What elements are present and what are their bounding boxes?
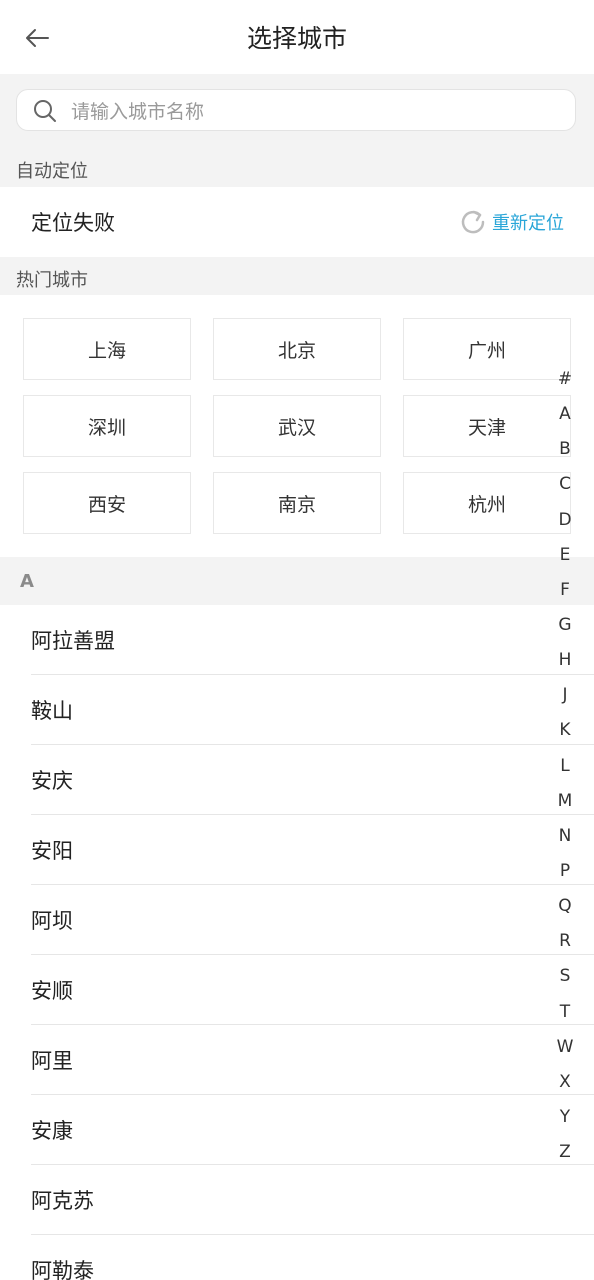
refresh-icon — [461, 210, 485, 234]
hot-city-button[interactable]: 北京 — [213, 318, 381, 380]
city-name: 阿克苏 — [31, 1189, 94, 1213]
city-list-item[interactable]: 安阳 — [0, 815, 594, 885]
city-list-item[interactable]: 阿里 — [0, 1025, 594, 1095]
index-letter[interactable]: N — [548, 819, 582, 854]
city-name: 阿坝 — [31, 909, 73, 933]
index-letter[interactable]: Z — [548, 1135, 582, 1170]
city-list-item[interactable]: 安顺 — [0, 955, 594, 1025]
city-list-item[interactable]: 阿拉善盟 — [0, 605, 594, 675]
hot-cities-grid: 上海 北京 广州 深圳 武汉 天津 西安 南京 杭州 — [0, 295, 594, 557]
index-letter[interactable]: E — [548, 538, 582, 573]
index-letter[interactable]: A — [548, 397, 582, 432]
index-letter[interactable]: H — [548, 643, 582, 678]
index-letter[interactable]: # — [548, 362, 582, 397]
hot-city-button[interactable]: 西安 — [23, 472, 191, 534]
index-letter[interactable]: J — [548, 678, 582, 713]
hot-cities-label: 热门城市 — [16, 270, 88, 291]
hot-city-button[interactable]: 上海 — [23, 318, 191, 380]
search-placeholder: 请输入城市名称 — [71, 101, 205, 123]
hot-city-button[interactable]: 武汉 — [213, 395, 381, 457]
hot-cities-header — [0, 257, 594, 295]
index-letter[interactable]: L — [548, 749, 582, 784]
alphabet-index-bar[interactable]: # A B C D E F G H J K L M N P Q R S T W … — [548, 362, 582, 1170]
header-bar: 选择城市 — [0, 0, 594, 74]
index-letter[interactable]: G — [548, 608, 582, 643]
index-letter[interactable]: D — [548, 503, 582, 538]
index-letter[interactable]: F — [548, 573, 582, 608]
location-row: 定位失败 重新定位 — [0, 187, 594, 257]
city-name: 安庆 — [31, 769, 73, 793]
city-list-item[interactable]: 鞍山 — [0, 675, 594, 745]
index-letter[interactable]: C — [548, 467, 582, 502]
back-button[interactable] — [20, 22, 54, 54]
auto-location-label: 自动定位 — [16, 161, 88, 182]
city-list-item[interactable]: 阿坝 — [0, 885, 594, 955]
index-letter[interactable]: Q — [548, 889, 582, 924]
search-icon — [34, 100, 56, 122]
city-list: 阿拉善盟 鞍山 安庆 安阳 阿坝 安顺 阿里 安康 阿克苏 阿勒泰 — [0, 605, 594, 1280]
index-letter[interactable]: M — [548, 784, 582, 819]
city-list-item[interactable]: 安庆 — [0, 745, 594, 815]
index-letter[interactable]: X — [548, 1065, 582, 1100]
location-status: 定位失败 — [31, 211, 115, 235]
city-list-item[interactable]: 阿勒泰 — [0, 1235, 594, 1280]
city-name: 阿拉善盟 — [31, 629, 115, 653]
city-name: 安顺 — [31, 979, 73, 1003]
index-letter[interactable]: B — [548, 432, 582, 467]
city-name: 阿勒泰 — [31, 1259, 94, 1280]
letter-group-header: A — [0, 557, 594, 605]
city-name: 鞍山 — [31, 699, 73, 723]
city-list-item[interactable]: 阿克苏 — [0, 1165, 594, 1235]
index-letter[interactable]: T — [548, 995, 582, 1030]
index-letter[interactable]: Y — [548, 1100, 582, 1135]
city-name: 安阳 — [31, 839, 73, 863]
arrow-left-icon — [26, 29, 49, 47]
index-letter[interactable]: S — [548, 959, 582, 994]
index-letter[interactable]: W — [548, 1030, 582, 1065]
relocate-button[interactable]: 重新定位 — [460, 207, 564, 237]
relocate-label: 重新定位 — [492, 213, 564, 234]
index-letter[interactable]: R — [548, 924, 582, 959]
letter-group-label: A — [20, 571, 34, 592]
search-input[interactable]: 请输入城市名称 — [16, 89, 576, 131]
hot-city-button[interactable]: 深圳 — [23, 395, 191, 457]
index-letter[interactable]: P — [548, 854, 582, 889]
hot-city-button[interactable]: 杭州 — [403, 472, 571, 534]
city-list-item[interactable]: 安康 — [0, 1095, 594, 1165]
hot-city-button[interactable]: 南京 — [213, 472, 381, 534]
hot-city-button[interactable]: 广州 — [403, 318, 571, 380]
hot-city-button[interactable]: 天津 — [403, 395, 571, 457]
city-picker-page: 选择城市 请输入城市名称 自动定位 定位失败 重新定位 热门城市 上海 北京 广… — [0, 0, 594, 1280]
city-name: 阿里 — [31, 1049, 73, 1073]
city-name: 安康 — [31, 1119, 73, 1143]
page-title: 选择城市 — [246, 24, 347, 53]
index-letter[interactable]: K — [548, 713, 582, 748]
